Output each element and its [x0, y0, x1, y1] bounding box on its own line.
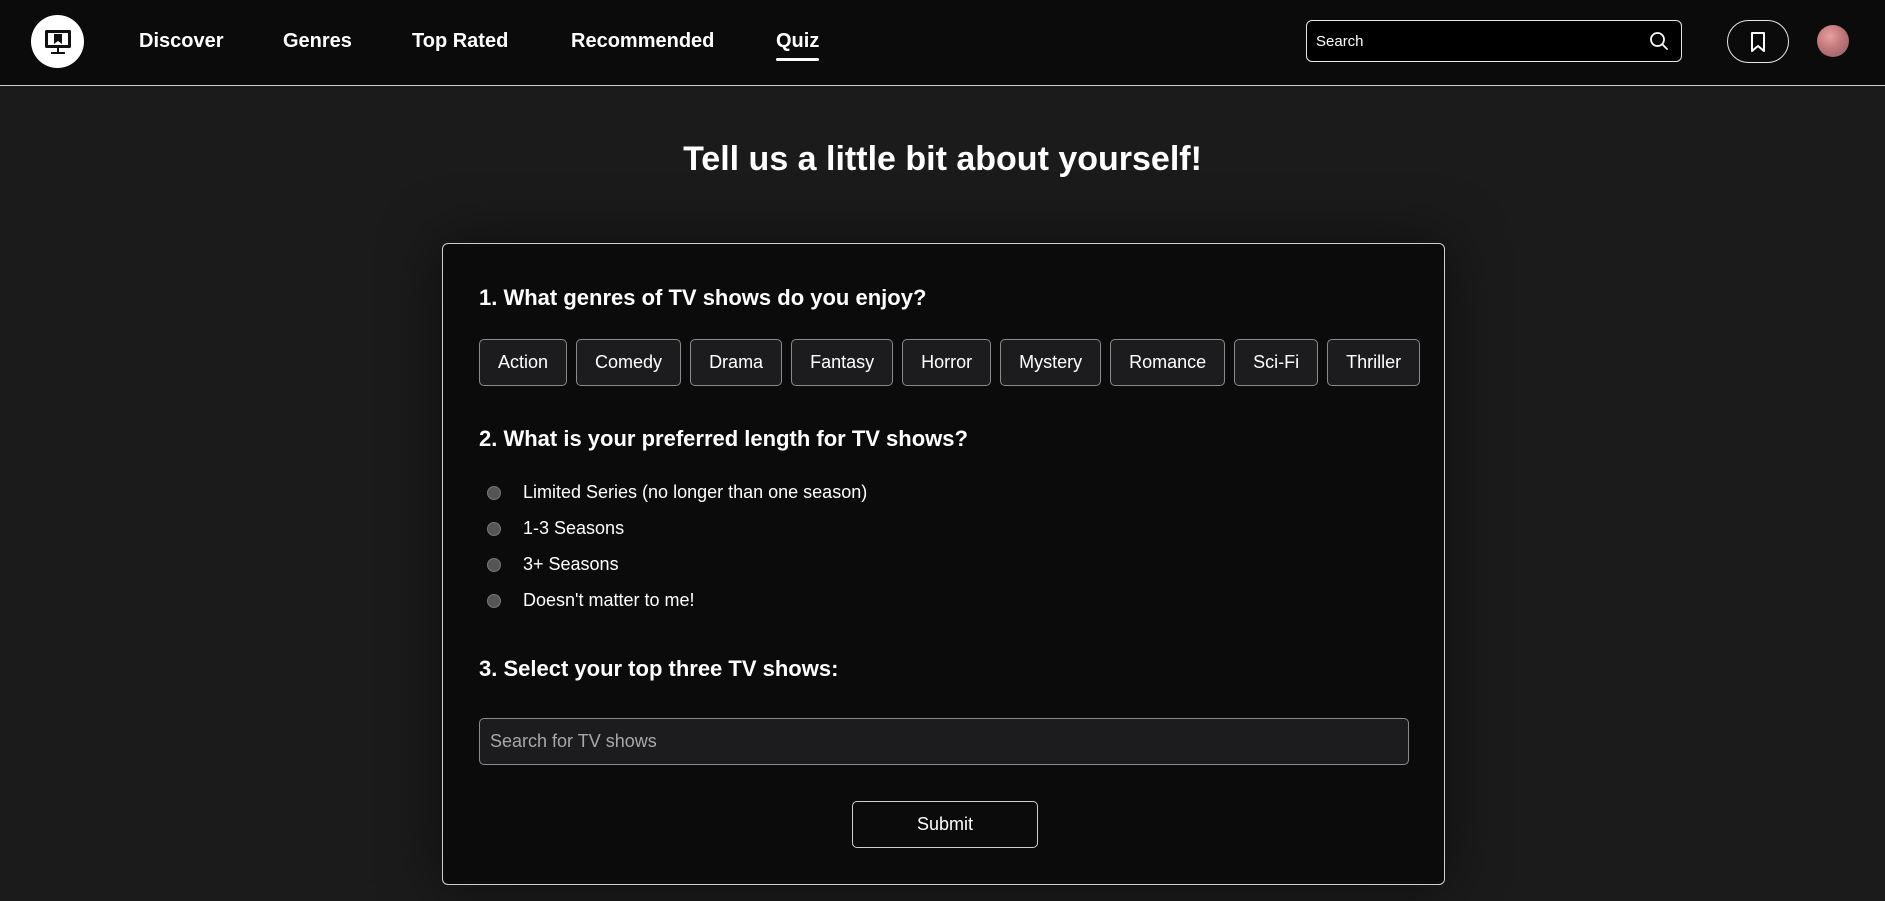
- genre-button-romance[interactable]: Romance: [1110, 339, 1226, 386]
- page-title: Tell us a little bit about yourself!: [683, 140, 1202, 178]
- question-2-text: 2. What is your preferred length for TV …: [479, 426, 968, 451]
- genre-button-mystery[interactable]: Mystery: [1000, 339, 1102, 386]
- radio-button[interactable]: [487, 485, 501, 500]
- top-navbar: Discover Genres Top Rated Recommended Qu…: [0, 0, 1885, 86]
- genre-button-action[interactable]: Action: [479, 339, 568, 386]
- search-bar: [1306, 20, 1682, 62]
- nav-link-recommended[interactable]: Recommended: [571, 30, 714, 53]
- quiz-card: 1. What genres of TV shows do you enjoy?…: [442, 243, 1445, 885]
- search-input[interactable]: [1316, 21, 1636, 61]
- tv-monitor-icon: [44, 29, 71, 54]
- radio-label: 1-3 Seasons: [523, 518, 625, 538]
- submit-button[interactable]: Submit: [852, 801, 1038, 848]
- search-icon[interactable]: [1649, 31, 1669, 51]
- bookmarks-button[interactable]: [1727, 20, 1789, 63]
- logo[interactable]: [31, 15, 84, 68]
- question-1-text: 1. What genres of TV shows do you enjoy?: [479, 285, 927, 310]
- genre-button-fantasy[interactable]: Fantasy: [791, 339, 894, 386]
- radio-button[interactable]: [487, 593, 501, 608]
- genre-options: Action Comedy Drama Fantasy Horror Myste…: [479, 339, 1421, 386]
- nav-link-genres[interactable]: Genres: [283, 30, 352, 53]
- nav-link-quiz[interactable]: Quiz: [776, 30, 820, 61]
- genre-button-drama[interactable]: Drama: [690, 339, 783, 386]
- radio-button[interactable]: [487, 521, 501, 536]
- length-option-3-plus-seasons[interactable]: 3+ Seasons: [487, 554, 619, 575]
- genre-button-comedy[interactable]: Comedy: [576, 339, 682, 386]
- length-option-limited[interactable]: Limited Series (no longer than one seaso…: [487, 482, 867, 503]
- radio-label: Limited Series (no longer than one seaso…: [523, 482, 868, 502]
- tv-show-search-field: [479, 718, 1409, 765]
- radio-button[interactable]: [487, 557, 501, 572]
- question-3-text: 3. Select your top three TV shows:: [479, 656, 839, 681]
- nav-link-discover[interactable]: Discover: [139, 30, 224, 53]
- nav-link-top-rated[interactable]: Top Rated: [412, 30, 508, 53]
- genre-button-sci-fi[interactable]: Sci-Fi: [1234, 339, 1319, 386]
- genre-button-thriller[interactable]: Thriller: [1327, 339, 1421, 386]
- tv-show-search-input[interactable]: [480, 719, 1408, 764]
- radio-label: 3+ Seasons: [523, 554, 619, 574]
- length-option-1-3-seasons[interactable]: 1-3 Seasons: [487, 518, 624, 539]
- length-option-doesnt-matter[interactable]: Doesn't matter to me!: [487, 590, 695, 611]
- genre-button-horror[interactable]: Horror: [902, 339, 992, 386]
- user-avatar[interactable]: [1817, 25, 1849, 57]
- bookmark-icon: [1751, 31, 1765, 52]
- radio-label: Doesn't matter to me!: [523, 590, 695, 610]
